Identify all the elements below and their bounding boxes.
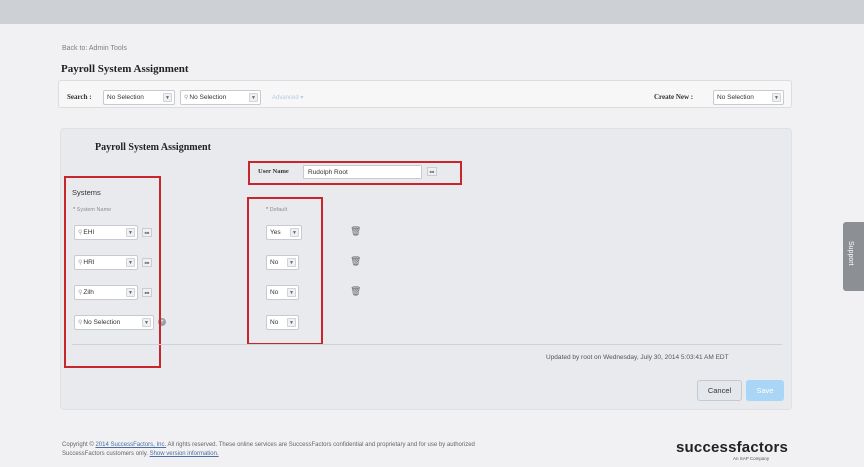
updated-by-text: Updated by root on Wednesday, July 30, 2… — [546, 354, 729, 361]
support-label[interactable]: Support — [847, 241, 854, 266]
search-type-value: No Selection — [107, 94, 144, 101]
create-new-select[interactable]: No Selection ▼ — [713, 90, 784, 105]
back-to-admin-tools-link[interactable]: Back to: Admin Tools — [62, 45, 127, 52]
successfactors-logo: successfactors — [676, 439, 789, 456]
create-new-value: No Selection — [717, 94, 754, 101]
page-title: Payroll System Assignment — [61, 63, 189, 75]
divider — [72, 344, 782, 345]
trash-icon[interactable]: 🗑 — [350, 226, 361, 237]
section-title: Payroll System Assignment — [95, 142, 211, 153]
advanced-search-link[interactable]: Advanced ▾ — [272, 94, 303, 101]
highlight-box-username — [248, 161, 462, 185]
chevron-down-icon: ▼ — [163, 93, 172, 102]
successfactors-link[interactable]: 2014 SuccessFactors, Inc. — [95, 442, 166, 448]
show-version-link[interactable]: Show version information. — [150, 451, 219, 457]
search-label: Search : — [67, 93, 92, 101]
save-button[interactable]: Save — [746, 380, 784, 401]
trash-icon[interactable]: 🗑 — [350, 256, 361, 267]
search-object-value: No Selection — [189, 94, 227, 101]
chevron-down-icon: ▼ — [772, 93, 781, 102]
top-banner — [0, 0, 864, 24]
highlight-box-default — [247, 197, 323, 345]
search-icon: ⚲ — [184, 95, 189, 101]
sap-company-tagline: An SAP Company — [733, 456, 770, 461]
create-new-label: Create New : — [654, 93, 694, 101]
trash-icon[interactable]: 🗑 — [350, 286, 361, 297]
footer-copyright: Copyright © 2014 SuccessFactors, Inc. Al… — [62, 442, 475, 457]
cancel-button[interactable]: Cancel — [697, 380, 742, 401]
search-type-select[interactable]: No Selection ▼ — [103, 90, 175, 105]
search-object-select[interactable]: ⚲No Selection ▼ — [180, 90, 261, 105]
chevron-down-icon: ▼ — [249, 93, 258, 102]
highlight-box-systems — [64, 176, 161, 368]
